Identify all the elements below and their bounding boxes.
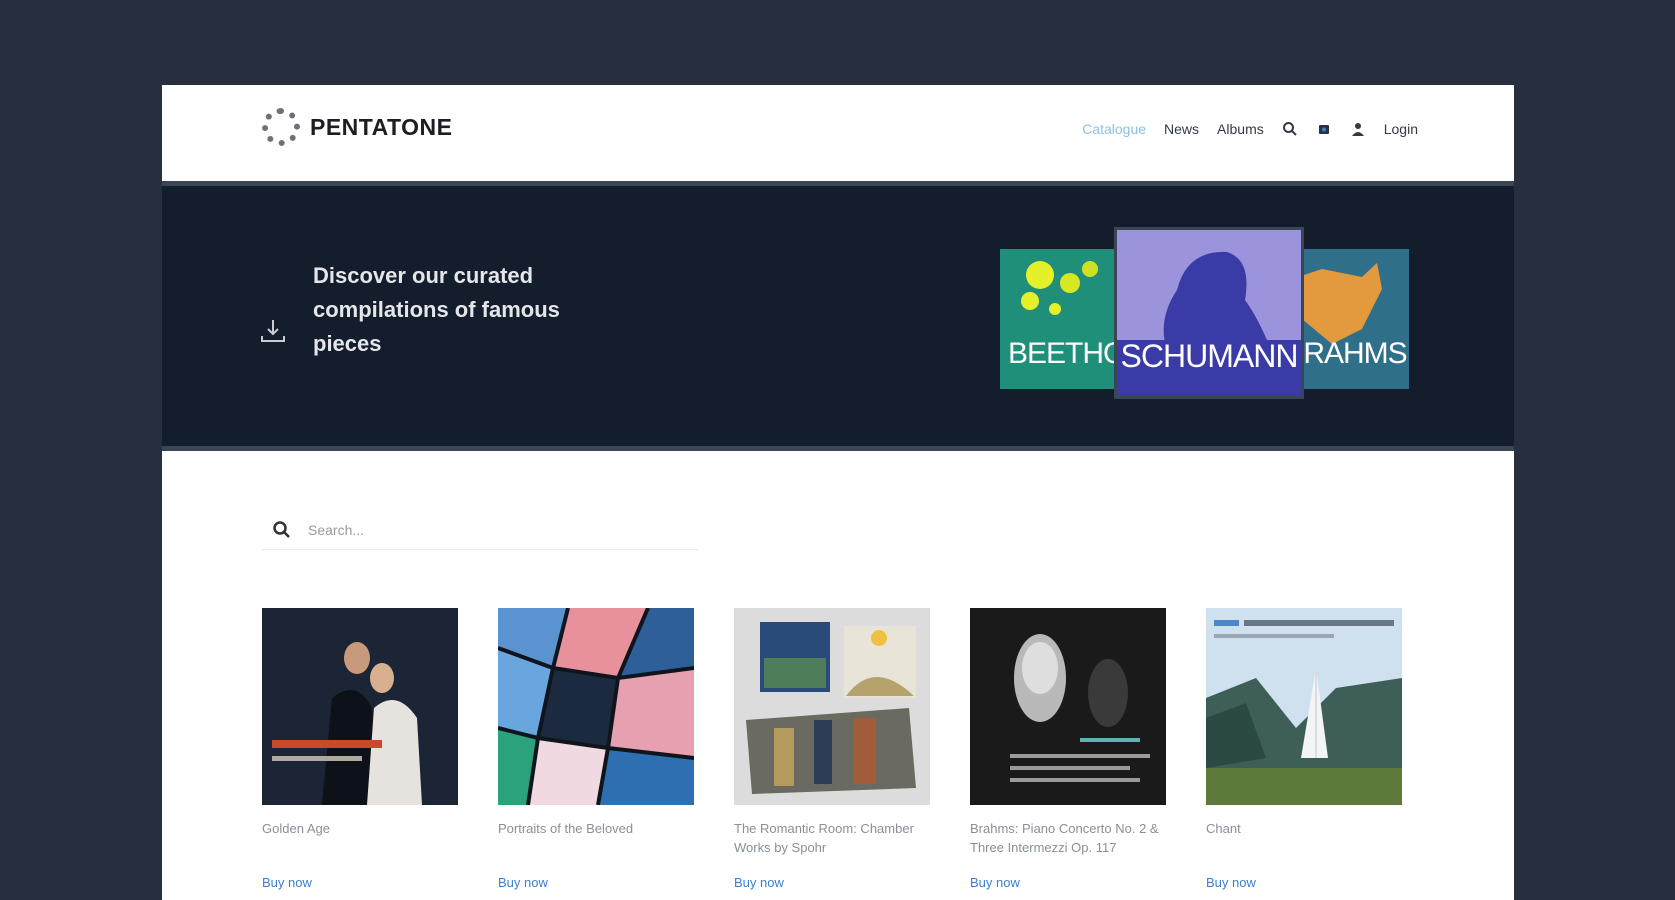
- nav-item-catalogue[interactable]: Catalogue: [1082, 121, 1146, 137]
- album-cover[interactable]: [1206, 608, 1402, 805]
- main-nav: Catalogue News Albums Login: [1082, 121, 1418, 137]
- album-art-stained-glass: [498, 608, 694, 805]
- catalogue-search: [262, 511, 698, 550]
- album-art-couple: [262, 608, 458, 805]
- buy-now-link[interactable]: Buy now: [734, 875, 784, 890]
- album-cover[interactable]: [262, 608, 458, 805]
- product-card: Brahms: Piano Concerto No. 2 & Three Int…: [970, 608, 1166, 892]
- buy-now-link[interactable]: Buy now: [1206, 875, 1256, 890]
- buy-now-link[interactable]: Buy now: [970, 875, 1020, 890]
- hero-cover-brahms[interactable]: BRAHMS: [1282, 249, 1409, 389]
- album-cover[interactable]: [734, 608, 930, 805]
- login-link[interactable]: Login: [1384, 121, 1418, 137]
- app-window: PENTATONE Catalogue News Albums Login Di…: [162, 85, 1514, 900]
- album-art-paintings: [734, 608, 930, 805]
- buy-now-link[interactable]: Buy now: [262, 875, 312, 890]
- product-card: Chant Buy now: [1206, 608, 1402, 892]
- nav-item-albums[interactable]: Albums: [1217, 121, 1264, 137]
- product-title[interactable]: Golden Age: [262, 819, 458, 857]
- product-title[interactable]: The Romantic Room: Chamber Works by Spoh…: [734, 819, 930, 857]
- album-art-mountains: [1206, 608, 1402, 805]
- album-cover[interactable]: [498, 608, 694, 805]
- search-input[interactable]: [306, 521, 690, 539]
- product-title[interactable]: Brahms: Piano Concerto No. 2 & Three Int…: [970, 819, 1166, 857]
- hero-banner: Discover our curated compilations of fam…: [162, 186, 1514, 451]
- search-icon: [273, 521, 290, 538]
- search-icon[interactable]: [1282, 121, 1298, 137]
- logo-mark-icon: [262, 108, 300, 146]
- product-card: The Romantic Room: Chamber Works by Spoh…: [734, 608, 930, 892]
- cover-title: BEETHOVEN: [1008, 337, 1128, 370]
- hero-cover-beethoven[interactable]: BEETHOVEN: [1000, 249, 1128, 389]
- product-title[interactable]: Chant: [1206, 819, 1402, 857]
- product-card: Golden Age Buy now: [262, 608, 458, 892]
- product-card: Portraits of the Beloved Buy now: [498, 608, 694, 892]
- cart-icon[interactable]: [1316, 121, 1332, 137]
- album-cover[interactable]: [970, 608, 1166, 805]
- user-icon[interactable]: [1350, 121, 1366, 137]
- buy-now-link[interactable]: Buy now: [498, 875, 548, 890]
- nav-item-news[interactable]: News: [1164, 121, 1199, 137]
- hero-headline: Discover our curated compilations of fam…: [313, 263, 560, 356]
- brand-logo[interactable]: PENTATONE: [262, 108, 453, 146]
- product-grid: Golden Age Buy now Portraits of the Belo…: [262, 608, 1422, 892]
- product-title[interactable]: Portraits of the Beloved: [498, 819, 694, 857]
- cover-title: SCHUMANN: [1120, 338, 1299, 374]
- download-icon[interactable]: [258, 316, 288, 346]
- brand-name: PENTATONE: [310, 113, 453, 140]
- cover-title: BRAHMS: [1284, 337, 1407, 370]
- album-art-bust: [970, 608, 1166, 805]
- hero-cover-schumann[interactable]: SCHUMANN: [1117, 230, 1301, 396]
- top-navigation-bar: PENTATONE Catalogue News Albums Login: [162, 85, 1514, 186]
